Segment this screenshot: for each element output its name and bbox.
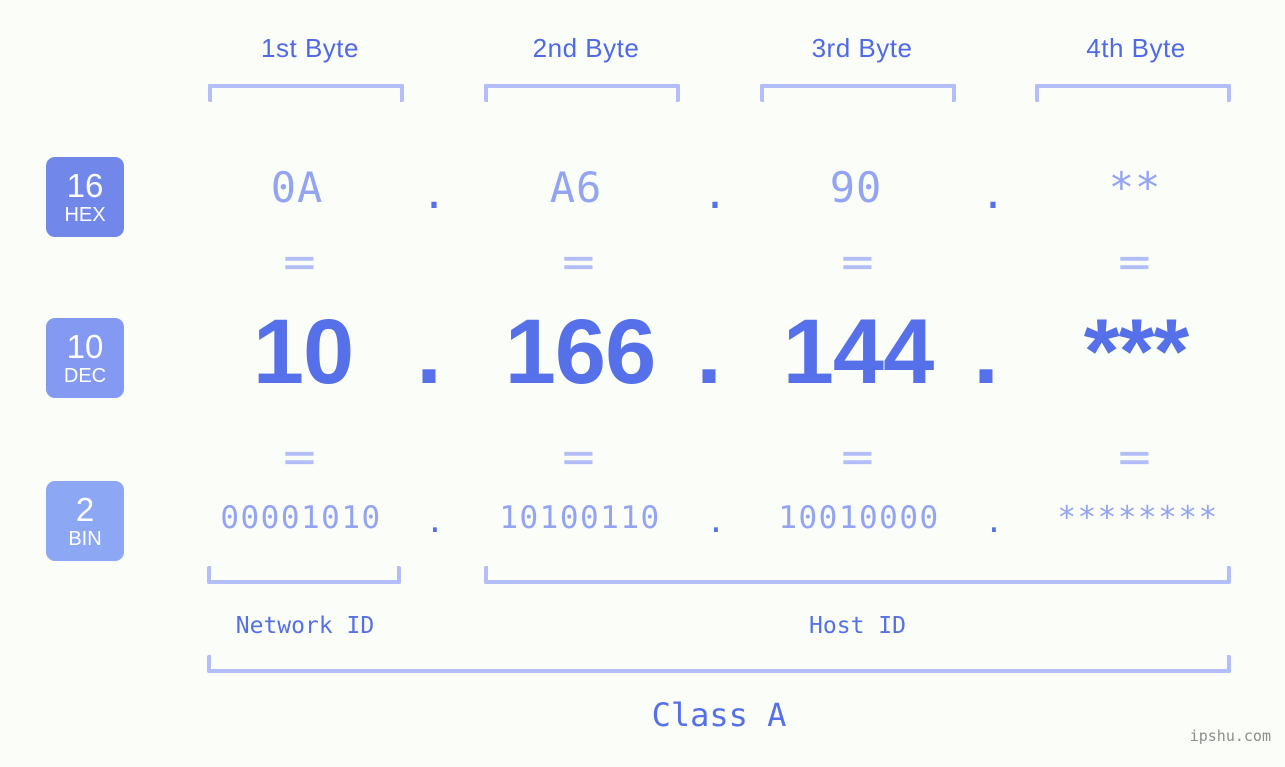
network-id-label: Network ID [235,613,375,639]
bin-value-row: 00001010 . 10100110 . 10010000 . *******… [0,500,1285,550]
bin-separator-3: . [984,504,1004,540]
bin-byte-1: 00001010 [220,500,382,536]
byte-bracket-2 [484,84,680,102]
byte-header-2: 2nd Byte [532,33,640,63]
byte-bracket-3 [760,84,956,102]
dec-separator-3: . [973,301,999,403]
bin-byte-2: 10100110 [499,500,661,536]
site-watermark: ipshu.com [1189,727,1271,745]
dec-separator-2: . [696,301,722,403]
byte-bracket-4 [1035,84,1231,102]
byte-bracket-1 [208,84,404,102]
host-id-label: Host ID [809,613,906,639]
network-id-bracket [207,566,401,584]
byte-header-1: 1st Byte [261,33,359,63]
byte-header-4: 4th Byte [1086,33,1186,63]
hex-separator-3: . [980,169,1006,218]
hex-value-row: 0A . A6 . 90 . ** [0,163,1285,223]
dec-separator-1: . [416,301,442,403]
host-id-bracket [484,566,1231,584]
bin-byte-4: ******** [1057,500,1219,536]
class-label: Class A [651,696,787,734]
bin-separator-2: . [706,504,726,540]
dec-value-row: 10 . 166 . 144 . *** [0,300,1285,420]
bin-separator-1: . [425,504,445,540]
bin-byte-3: 10010000 [778,500,940,536]
class-bracket [207,655,1231,673]
hex-separator-1: . [421,169,447,218]
hex-separator-2: . [702,169,728,218]
byte-header-3: 3rd Byte [811,33,913,63]
